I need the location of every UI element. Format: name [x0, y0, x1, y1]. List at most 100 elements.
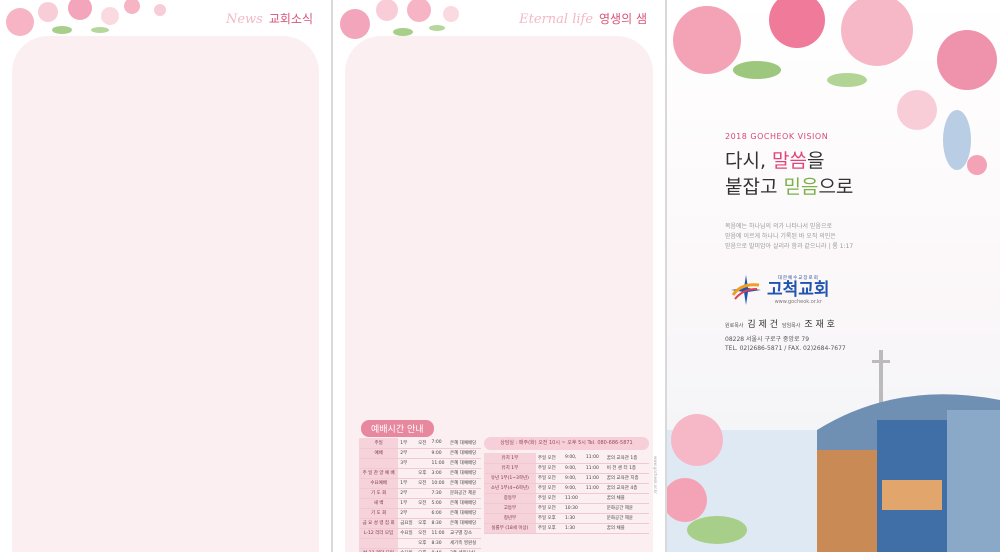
table-cell	[398, 468, 417, 479]
table-cell: 10:30	[562, 503, 584, 514]
table-cell: 1부	[398, 478, 417, 489]
table-cell: 꿈의 교육관 4층	[604, 483, 649, 494]
table-cell: 은혜 대예배당	[447, 448, 481, 459]
side-url-text: www.gocheok.or.kr	[653, 456, 658, 494]
table-cell: 1:30	[562, 523, 584, 534]
table-cell: 주일 오전	[535, 473, 563, 484]
verse-line: 믿음으로 말미암아 살리라 함과 같으니라 | 롬 1:17	[725, 243, 854, 250]
table-row: 유치 1부 주일 오전 9:00, 11:00 꿈의 교육관 1층	[484, 453, 649, 464]
table-row: 유치 1부 주일 오전 9:00, 11:00 비 전 센 터 1층	[484, 463, 649, 474]
table-cell	[583, 493, 605, 504]
table-cell: 3부	[398, 458, 417, 469]
table-cell: 주 일 찬 양 예 배	[359, 468, 399, 479]
table-cell: 3:00	[429, 468, 448, 479]
table-cell: 은혜 대예배당	[447, 508, 481, 519]
table-row: 수요예배 1부 오전 10:00 은혜 대예배당	[359, 478, 481, 489]
table-cell: 기 도 회	[359, 488, 399, 499]
table-cell	[416, 458, 430, 469]
flower-decoration-icon	[340, 0, 459, 39]
headline-highlight-word: 말씀	[772, 150, 808, 172]
table-cell: 교구별 장소	[447, 528, 481, 539]
table-cell: 10:00	[429, 478, 448, 489]
table-cell: 11:00	[429, 528, 448, 539]
table-cell: 8:40	[429, 548, 448, 552]
news-header: News 교회소식	[226, 10, 313, 27]
table-cell: 11:00	[583, 473, 605, 484]
table-cell: 주일 오후	[535, 513, 563, 524]
table-cell: 주일 오전	[535, 463, 563, 474]
pastor-role: 담임목사	[781, 323, 801, 329]
table-cell: 5:00	[429, 498, 448, 509]
table-cell: 오전	[416, 528, 430, 539]
table-cell: 금요일	[398, 518, 417, 529]
table-cell: 금 요 성 령 집 회	[359, 518, 399, 529]
headline-text: 붙잡고	[725, 176, 784, 198]
table-cell: 은혜 대예배당	[447, 478, 481, 489]
table-cell: 새 벽	[359, 498, 399, 509]
table-cell: 세기측 영원실	[447, 538, 481, 549]
eternal-life-panel: Eternal life 영생의 샘 예배시간 안내 상담실 : 매주(화) 오…	[333, 0, 665, 552]
cover-panel: 2018 GOCHEOK VISION 다시, 말씀을 붙잡고 믿음으로 복음에…	[667, 0, 1000, 552]
table-cell	[583, 523, 605, 534]
table-cell: 1부	[398, 438, 417, 449]
table-cell: 소년 1부(4~6학년)	[484, 483, 536, 494]
church-building-illustration-icon	[667, 350, 1000, 552]
table-cell: 비 전 센 터 1층	[604, 463, 649, 474]
schedule-title: 예배시간 안내	[361, 420, 434, 437]
table-cell: 8:30	[429, 538, 448, 549]
news-header-ko: 교회소식	[268, 12, 313, 26]
table-cell: 문화공간 제윤	[447, 488, 481, 499]
table-cell: 11:00	[583, 453, 605, 464]
table-cell: 주일 오후	[535, 523, 563, 534]
table-cell: 오전	[416, 498, 430, 509]
table-row: 실룰부 (18세 이상) 주일 오후 1:30 꿈의 채플	[484, 523, 649, 534]
table-cell: 1부	[398, 498, 417, 509]
table-cell: 주일 오전	[535, 453, 563, 464]
table-cell: 실룰부 (18세 이상)	[484, 523, 536, 534]
pastors-line: 원로목사 김 제 건 담임목사 조 재 호	[725, 317, 835, 330]
table-cell: 7:30	[429, 488, 448, 499]
table-row: 금 요 성 령 집 회 금요일 오후 8:30 은혜 대예배당	[359, 518, 481, 529]
table-cell: 7:00	[429, 438, 448, 449]
table-cell	[416, 488, 430, 499]
table-cell: 오후	[416, 548, 430, 552]
church-url[interactable]: www.gocheok.or.kr	[767, 299, 830, 305]
table-cell	[359, 458, 399, 469]
table-cell: 8:30	[429, 518, 448, 529]
table-row: 중등부 주일 오전 11:00 꿈의 채플	[484, 493, 649, 504]
table-cell: 주일 오전	[535, 483, 563, 494]
table-cell: 유치 1부	[484, 463, 536, 474]
table-cell: 오후	[416, 468, 430, 479]
table-cell: 은혜 대예배당	[447, 518, 481, 529]
table-row: 청년부 주일 오후 1:30 문화공간 제윤	[484, 513, 649, 524]
table-row: M-12 리더 모임수요일오후8:403층 세미나실	[359, 548, 481, 552]
worship-schedule-table: 주일 1부 오전 7:00 은혜 대예배당 예배 2부 9:00 은혜 대예배당 3부 11:00 은…	[359, 438, 481, 552]
news-header-en: News	[225, 12, 263, 27]
table-cell: 꿈의 채플	[604, 523, 649, 534]
table-cell: 은혜 대예배당	[447, 468, 481, 479]
table-cell: M-12 리더 모임	[359, 548, 399, 552]
church-name: 고척교회	[767, 280, 830, 300]
table-row: 고등부 주일 오전 10:30 문화공간 제윤	[484, 503, 649, 514]
table-cell: 꿈의 채플	[604, 493, 649, 504]
table-row: 오후 8:30 세기측 영원실	[359, 538, 481, 549]
headline-text: 다시,	[725, 150, 773, 172]
table-cell: 꿈의 교육관 지층	[604, 473, 649, 484]
table-cell: 예배	[359, 448, 399, 459]
table-cell: 2부	[398, 508, 417, 519]
headline-text: 을	[807, 150, 825, 172]
news-content-area	[12, 36, 319, 552]
table-cell	[416, 448, 430, 459]
table-cell: 기 도 회	[359, 508, 399, 519]
verse-line: 믿음에 이르게 하나니 기록된 바 오직 의인은	[725, 233, 836, 240]
headline-line-1: 다시, 말씀을	[725, 148, 853, 174]
pastor-name: 조 재 호	[804, 320, 835, 330]
table-cell	[583, 513, 605, 524]
table-cell: 오후	[416, 538, 430, 549]
table-row: 기 도 회 2부 7:30 문화공간 제윤	[359, 488, 481, 499]
table-cell: 꿈의 교육관 1층	[604, 453, 649, 464]
table-cell: 청년부	[484, 513, 536, 524]
table-row: 예배 2부 9:00 은혜 대예배당	[359, 448, 481, 459]
vision-label: 2018 GOCHEOK VISION	[725, 132, 829, 141]
table-cell: 주일 오전	[535, 503, 563, 514]
